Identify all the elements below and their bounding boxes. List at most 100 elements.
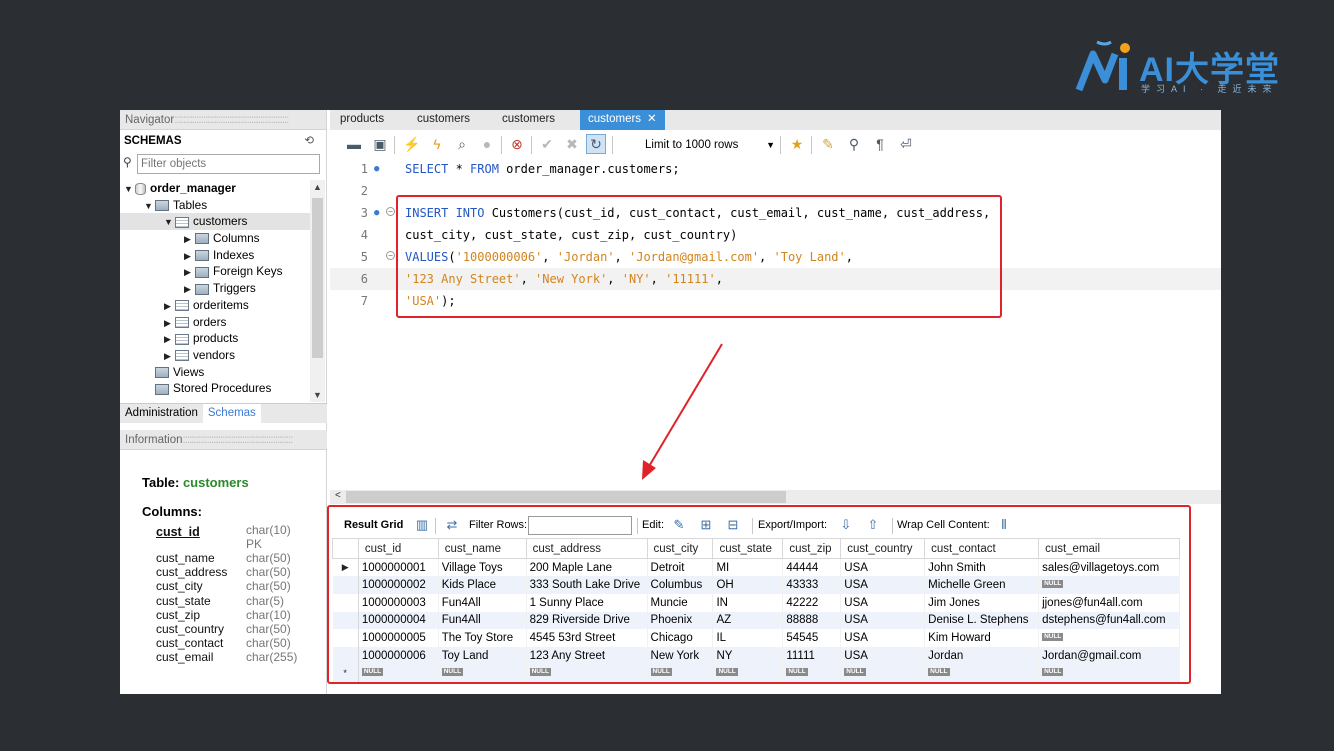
result-highlight-box (327, 505, 1191, 684)
toggle-error-icon[interactable]: ⊗ (507, 134, 527, 154)
column-info-row: cust_zip char(10) (156, 607, 291, 622)
logo-slogan: 学习AI · 走近未来 (1141, 84, 1278, 94)
workbench-window: Navigator:::::::::::::::::::::::::::::::… (120, 110, 1221, 694)
invisible-chars-icon[interactable]: ¶ (870, 134, 890, 154)
table-info-title: Table: customers (142, 475, 249, 490)
chevron-down-icon[interactable]: ▼ (766, 136, 775, 154)
filter-row: ⚲ (120, 152, 326, 176)
column-info-row: cust_country char(50) (156, 621, 291, 636)
indexes-folder-icon (195, 250, 209, 262)
close-icon[interactable]: ✕ (647, 113, 657, 125)
foreign-keys-folder-icon (195, 266, 209, 278)
tree-item-customers[interactable]: ▼ customers (120, 213, 310, 231)
execute-icon[interactable]: ⚡ (402, 134, 422, 154)
chevron-left-icon[interactable]: < (335, 490, 341, 501)
logo-mark-icon (1075, 40, 1130, 92)
save-icon[interactable]: ▣ (370, 134, 390, 154)
tree-item-order-manager[interactable]: ▼ order_manager (120, 180, 310, 197)
column-info-row: cust_state char(5) (156, 593, 285, 608)
fold-minus-icon[interactable]: − (386, 207, 395, 216)
views-folder-icon (155, 366, 169, 378)
collapse-arrow-icon[interactable]: ▶ (184, 231, 195, 248)
find-icon[interactable]: ⚲ (844, 134, 864, 154)
collapse-arrow-icon[interactable]: ▶ (164, 315, 175, 332)
collapse-arrow-icon[interactable]: ▶ (184, 248, 195, 265)
collapse-arrow-icon[interactable]: ▶ (164, 348, 175, 365)
chevron-up-icon[interactable]: ▲ (313, 182, 322, 192)
tree-item-views[interactable]: Views (120, 364, 310, 381)
tree-item-columns[interactable]: ▶ Columns (120, 230, 310, 247)
expand-arrow-icon[interactable]: ▼ (164, 214, 175, 231)
collapse-arrow-icon[interactable]: ▶ (164, 331, 175, 348)
tree-item-indexes[interactable]: ▶ Indexes (120, 247, 310, 264)
tables-folder-icon (155, 200, 169, 212)
expand-arrow-icon[interactable]: ▼ (144, 198, 155, 215)
auto-commit-icon[interactable]: ↻ (586, 134, 606, 154)
column-info-row: cust_name char(50) (156, 551, 291, 565)
expand-arrow-icon[interactable]: ▼ (124, 181, 135, 198)
table-icon (175, 300, 189, 312)
columns-folder-icon (195, 233, 209, 245)
collapse-arrow-icon[interactable]: ▶ (184, 264, 195, 281)
execute-current-icon[interactable]: ϟ (427, 134, 447, 154)
tree-scrollbar[interactable]: ▲ ▼ (310, 180, 325, 402)
tree-item-orderitems[interactable]: ▶ orderitems (120, 297, 310, 314)
column-info-row: cust_address char(50) (156, 565, 291, 580)
scrollbar-thumb[interactable] (346, 491, 786, 503)
beautify-icon[interactable]: ✎ (818, 134, 838, 154)
statement-dot-icon: ● (374, 164, 380, 174)
tab-administration[interactable]: Administration (120, 404, 203, 423)
statement-dot-icon: ● (374, 208, 380, 218)
filter-objects-input[interactable] (137, 154, 320, 174)
procedures-folder-icon (155, 383, 169, 395)
query-area: products customers customers customers ✕ … (327, 110, 1221, 694)
tree-item-foreign-keys[interactable]: ▶ Foreign Keys (120, 263, 310, 280)
table-icon (175, 316, 189, 328)
scrollbar-thumb[interactable] (312, 198, 323, 358)
column-info-row: cust_id char(10) PK (156, 523, 291, 551)
tab-customers[interactable]: customers (494, 110, 563, 130)
primary-key-label: PK (246, 537, 263, 551)
column-info-row: cust_city char(50) (156, 579, 291, 594)
commit-icon[interactable]: ✔ (537, 134, 557, 154)
fold-minus-icon[interactable]: − (386, 251, 395, 260)
tree-item-stored-procedures[interactable]: Stored Procedures (120, 380, 310, 397)
columns-heading: Columns: (142, 504, 202, 519)
tree-item-orders[interactable]: ▶ orders (120, 314, 310, 331)
wrap-lines-icon[interactable]: ⏎ (896, 134, 916, 154)
triggers-folder-icon (195, 283, 209, 295)
editor-hscrollbar[interactable]: < (330, 490, 1221, 504)
schemas-bar: SCHEMAS ⟲ (120, 130, 326, 152)
tree-item-products[interactable]: ▶ products (120, 330, 310, 347)
tree-item-triggers[interactable]: ▶ Triggers (120, 280, 310, 297)
collapse-arrow-icon[interactable]: ▶ (164, 298, 175, 315)
rollback-icon[interactable]: ✖ (562, 134, 582, 154)
collapse-arrow-icon[interactable]: ▶ (184, 281, 195, 298)
table-icon (175, 333, 189, 345)
refresh-icon[interactable]: ⟲ (304, 130, 314, 152)
limit-rows-select[interactable]: Limit to 1000 rows ▼ (645, 136, 775, 154)
navigator-tabs: Administration Schemas (120, 403, 327, 423)
database-icon (135, 182, 146, 195)
navigator-panel: Navigator:::::::::::::::::::::::::::::::… (120, 110, 327, 694)
search-icon: ⚲ (123, 155, 132, 169)
column-list: cust_id char(10) PK cust_name char(50) cust… (142, 523, 322, 665)
tab-schemas[interactable]: Schemas (202, 404, 261, 423)
schemas-label: SCHEMAS (124, 135, 182, 147)
open-file-icon[interactable]: ▬ (344, 134, 364, 154)
stop-icon[interactable]: ● (477, 134, 497, 154)
bookmark-star-icon[interactable]: ★ (787, 134, 807, 154)
tab-customers[interactable]: customers (409, 110, 478, 130)
chevron-down-icon[interactable]: ▼ (313, 390, 322, 400)
explain-icon[interactable]: ⌕ (452, 134, 472, 154)
tab-customers-active[interactable]: customers ✕ (580, 110, 665, 130)
sql-toolbar: ▬ ▣ ⚡ ϟ ⌕ ● ⊗ ✔ ✖ ↻ Limit to 1000 rows ▼ … (330, 133, 1221, 157)
tab-products[interactable]: products (332, 110, 392, 130)
table-icon (175, 350, 189, 362)
table-info: Table: customers Columns: cust_id char(10… (142, 475, 322, 665)
tree-item-vendors[interactable]: ▶ vendors (120, 347, 310, 364)
column-info-row: cust_email char(255) (156, 650, 298, 665)
query-tabbar: products customers customers customers ✕ (330, 110, 1221, 130)
tree-item-tables[interactable]: ▼ Tables (120, 197, 310, 214)
table-icon (175, 216, 189, 228)
